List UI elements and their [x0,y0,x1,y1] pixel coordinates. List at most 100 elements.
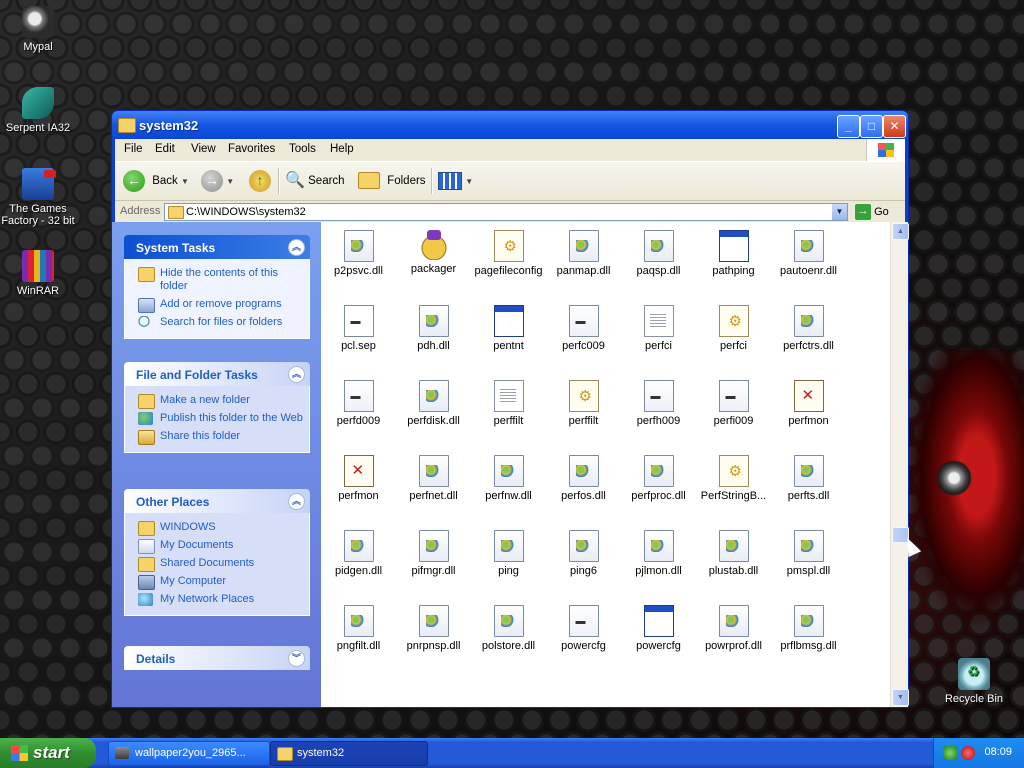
search-button[interactable]: 🔍 Search [285,169,345,193]
file-item[interactable]: perfos.dll [546,455,621,502]
task-add-remove-programs[interactable]: Add or remove programs [125,296,309,314]
panel-header-details[interactable]: Details ︾ [124,646,310,670]
file-item[interactable]: packager [396,230,471,275]
file-item[interactable]: powercfg [621,605,696,652]
panel-header-file-folder-tasks[interactable]: File and Folder Tasks ︽ [124,362,310,386]
file-item[interactable]: perfh009 [621,380,696,427]
file-item[interactable]: pmspl.dll [771,530,846,577]
file-item[interactable]: pjlmon.dll [621,530,696,577]
file-item[interactable]: pdh.dll [396,305,471,352]
views-button[interactable]: ▼ [438,169,473,193]
place-windows[interactable]: WINDOWS [125,519,309,537]
task-pane: System Tasks ︽ Hide the contents of this… [112,222,321,707]
task-search-files[interactable]: Search for files or folders [125,314,309,332]
file-item[interactable]: perfproc.dll [621,455,696,502]
file-item[interactable]: perfmon [321,455,396,502]
expand-chevron-icon[interactable]: ︾ [288,650,305,667]
menu-edit[interactable]: Edit [155,143,175,155]
file-item[interactable]: perfmon [771,380,846,427]
address-input[interactable]: C:\WINDOWS\system32 ▼ [164,203,848,221]
task-share-folder[interactable]: Share this folder [125,428,309,446]
file-item[interactable]: perfci [696,305,771,352]
task-publish-web[interactable]: Publish this folder to the Web [125,410,309,428]
maximize-button[interactable]: □ [860,115,883,138]
file-item[interactable]: paqsp.dll [621,230,696,277]
menu-help[interactable]: Help [330,143,354,155]
taskbar-item-system32[interactable]: system32 [270,741,428,766]
file-item[interactable]: panmap.dll [546,230,621,277]
minimize-button[interactable]: _ [837,115,860,138]
file-item[interactable]: p2psvc.dll [321,230,396,277]
place-shared-documents[interactable]: Shared Documents [125,555,309,573]
tray-network-icon[interactable] [943,746,957,760]
forward-button[interactable]: → ▼ [201,169,234,193]
folders-button[interactable]: Folders [358,169,426,193]
file-item[interactable]: pagefileconfig [471,230,546,277]
file-item[interactable]: perfdisk.dll [396,380,471,427]
collapse-chevron-icon[interactable]: ︽ [288,239,305,256]
go-button[interactable]: → Go [855,203,889,221]
title-bar[interactable]: system32 _ □ ✕ [112,111,908,139]
file-item[interactable]: powrprof.dll [696,605,771,652]
file-item[interactable]: perfc009 [546,305,621,352]
taskbar-item-wallpaper[interactable]: wallpaper2you_2965... [108,741,270,766]
file-item[interactable]: plustab.dll [696,530,771,577]
file-name: perfh009 [636,415,681,427]
menu-view[interactable]: View [191,143,216,155]
desktop-icon-winrar[interactable]: WinRAR [0,250,76,297]
file-item[interactable]: polstore.dll [471,605,546,652]
file-item[interactable]: pcl.sep [321,305,396,352]
file-item[interactable]: perfts.dll [771,455,846,502]
menu-tools[interactable]: Tools [289,143,316,155]
collapse-chevron-icon[interactable]: ︽ [288,366,305,383]
file-name: perfci [645,340,672,352]
menu-file[interactable]: File [124,143,143,155]
file-item[interactable]: ping [471,530,546,577]
file-item[interactable]: perffilt [546,380,621,427]
file-item[interactable]: PerfStringB... [696,455,771,502]
file-item[interactable]: perfnet.dll [396,455,471,502]
file-item[interactable]: pifmgr.dll [396,530,471,577]
file-item[interactable]: powercfg [546,605,621,652]
scroll-down-button[interactable]: ▼ [892,689,909,706]
address-dropdown-button[interactable]: ▼ [832,204,847,220]
place-my-network-places[interactable]: My Network Places [125,591,309,609]
back-button[interactable]: ← Back ▼ [123,169,189,193]
desktop-icon-recycle-bin[interactable]: Recycle Bin [936,658,1012,705]
vertical-scrollbar[interactable]: ▲ ▼ [890,222,909,707]
panel-header-system-tasks[interactable]: System Tasks ︽ [124,235,310,259]
scroll-up-button[interactable]: ▲ [892,223,909,240]
place-my-documents[interactable]: My Documents [125,537,309,555]
desktop-icon-mypal[interactable]: Mypal [0,6,76,53]
panel-header-other-places[interactable]: Other Places ︽ [124,489,310,513]
windows-logo-icon [866,139,905,161]
file-item[interactable]: pidgen.dll [321,530,396,577]
file-item[interactable]: perfi009 [696,380,771,427]
file-list[interactable]: p2psvc.dll packager pagefileconfig panmap.d… [321,222,891,707]
menu-favorites[interactable]: Favorites [228,143,275,155]
file-item[interactable]: perffilt [471,380,546,427]
file-item[interactable]: ping6 [546,530,621,577]
file-item[interactable]: pathping [696,230,771,277]
task-make-new-folder[interactable]: Make a new folder [125,392,309,410]
file-item[interactable]: pnrpnsp.dll [396,605,471,652]
collapse-chevron-icon[interactable]: ︽ [288,493,305,510]
file-item[interactable]: perfci [621,305,696,352]
file-item[interactable]: pentnt [471,305,546,352]
place-my-computer[interactable]: My Computer [125,573,309,591]
file-item[interactable]: pautoenr.dll [771,230,846,277]
file-item[interactable]: pngfilt.dll [321,605,396,652]
file-item[interactable]: perfnw.dll [471,455,546,502]
close-button[interactable]: ✕ [883,115,906,138]
desktop-icon-games-factory[interactable]: The Games Factory - 32 bit [0,168,76,227]
task-hide-contents[interactable]: Hide the contents of this folder [125,265,309,296]
file-item[interactable]: perfd009 [321,380,396,427]
file-item[interactable]: perfctrs.dll [771,305,846,352]
desktop-icon-serpent[interactable]: Serpent IA32 [0,87,76,134]
up-folder-button[interactable]: ↑ [249,169,271,193]
start-button[interactable]: start [0,738,96,768]
explorer-window[interactable]: system32 _ □ ✕ File Edit View Favorites … [111,110,909,708]
file-name: perfmon [338,490,379,502]
file-item[interactable]: prflbmsg.dll [771,605,846,652]
tray-security-icon[interactable] [961,746,975,760]
